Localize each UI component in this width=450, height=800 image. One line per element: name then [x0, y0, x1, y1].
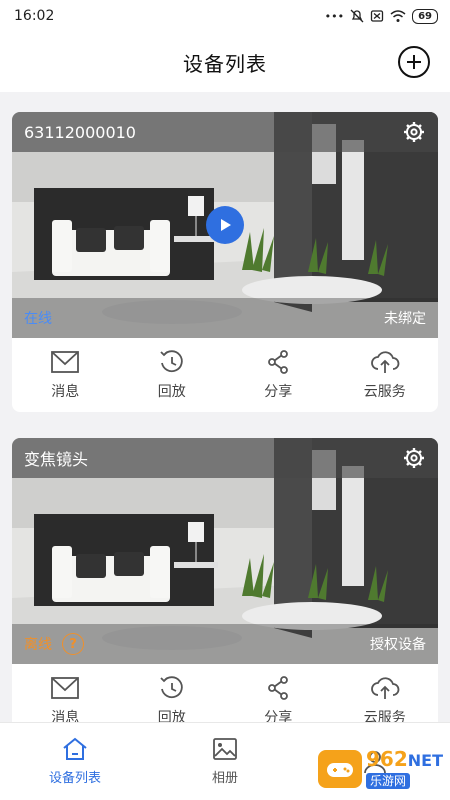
playback-button[interactable]: 回放	[119, 338, 226, 412]
messages-button[interactable]: 消息	[12, 664, 119, 722]
device-actions: 消息 回放 分享 云服务	[12, 664, 438, 722]
offline-status: 离线	[24, 637, 52, 653]
playback-label: 回放	[157, 710, 186, 722]
binding-status: 授权设备	[370, 637, 426, 653]
history-icon	[160, 350, 183, 373]
status-time: 16:02	[14, 8, 55, 24]
device-card[interactable]: 变焦镜头 离线 ? 授权设备 消息 回放 分享 云服务	[12, 438, 438, 722]
cloud-service-label: 云服务	[363, 384, 406, 400]
status-icons: ••• 69	[324, 8, 438, 24]
settings-button[interactable]	[402, 446, 426, 470]
messages-label: 消息	[51, 384, 80, 400]
cloud-upload-icon	[370, 677, 400, 699]
question-mark-icon[interactable]: ?	[62, 633, 84, 655]
device-name: 63112000010	[24, 122, 136, 142]
gamepad-icon	[327, 763, 353, 777]
plus-icon	[407, 55, 421, 69]
device-header: 变焦镜头	[12, 438, 438, 478]
cloud-service-button[interactable]: 云服务	[332, 338, 439, 412]
share-label: 分享	[264, 710, 293, 722]
binding-status: 未绑定	[384, 311, 426, 327]
messages-button[interactable]: 消息	[12, 338, 119, 412]
device-header: 63112000010	[12, 112, 438, 152]
playback-button[interactable]: 回放	[119, 664, 226, 722]
more-dots-icon: •••	[324, 9, 345, 23]
watermark-site: 乐游网	[366, 773, 411, 789]
cloud-service-button[interactable]: 云服务	[332, 664, 439, 722]
wifi-icon	[390, 10, 406, 22]
watermark-net: NET	[407, 751, 443, 770]
playback-label: 回放	[157, 384, 186, 400]
device-status-bar: 离线 ? 授权设备	[12, 624, 438, 664]
device-preview[interactable]: 63112000010 在线 未绑定	[12, 112, 438, 338]
watermark-text: 962NET 乐游网	[366, 749, 443, 789]
bell-muted-icon	[350, 9, 364, 23]
site-watermark: 962NET 乐游网	[318, 746, 444, 792]
share-icon	[268, 676, 289, 700]
envelope-icon	[51, 677, 80, 699]
device-status-bar: 在线 未绑定	[12, 298, 438, 338]
status-left: 在线	[24, 308, 52, 328]
share-button[interactable]: 分享	[225, 338, 332, 412]
device-card[interactable]: 63112000010 在线 未绑定 消息 回放 分享 云服务	[12, 112, 438, 412]
add-device-button[interactable]	[398, 46, 430, 78]
status-left: 离线 ?	[24, 633, 84, 655]
device-actions: 消息 回放 分享 云服务	[12, 338, 438, 412]
tab-album[interactable]: 相册	[150, 723, 300, 800]
share-label: 分享	[264, 384, 293, 400]
device-name: 变焦镜头	[24, 450, 89, 469]
watermark-number: 962	[366, 747, 408, 771]
tab-album-label: 相册	[211, 771, 238, 786]
tab-devices[interactable]: 设备列表	[0, 723, 150, 800]
page-title: 设备列表	[183, 51, 267, 76]
watermark-badge	[318, 750, 362, 788]
share-button[interactable]: 分享	[225, 664, 332, 722]
cloud-upload-icon	[370, 351, 400, 373]
device-list[interactable]: 63112000010 在线 未绑定 消息 回放 分享 云服务 变焦镜头 离线 …	[0, 92, 450, 722]
play-button[interactable]	[206, 206, 244, 244]
title-bar: 设备列表	[0, 32, 450, 92]
gear-icon	[404, 448, 424, 468]
home-icon	[63, 737, 87, 760]
cloud-service-label: 云服务	[363, 710, 406, 722]
status-bar: 16:02 ••• 69	[0, 0, 450, 32]
history-icon	[160, 676, 183, 699]
settings-button[interactable]	[402, 120, 426, 144]
image-icon	[213, 738, 237, 760]
share-icon	[268, 350, 289, 374]
online-status: 在线	[24, 311, 52, 327]
play-icon	[221, 219, 231, 231]
device-preview[interactable]: 变焦镜头 离线 ? 授权设备	[12, 438, 438, 664]
tab-devices-label: 设备列表	[48, 771, 101, 786]
envelope-icon	[51, 351, 80, 373]
gear-icon	[404, 122, 424, 142]
messages-label: 消息	[51, 710, 80, 722]
battery-indicator: 69	[412, 8, 438, 24]
sim-off-icon	[370, 10, 384, 22]
